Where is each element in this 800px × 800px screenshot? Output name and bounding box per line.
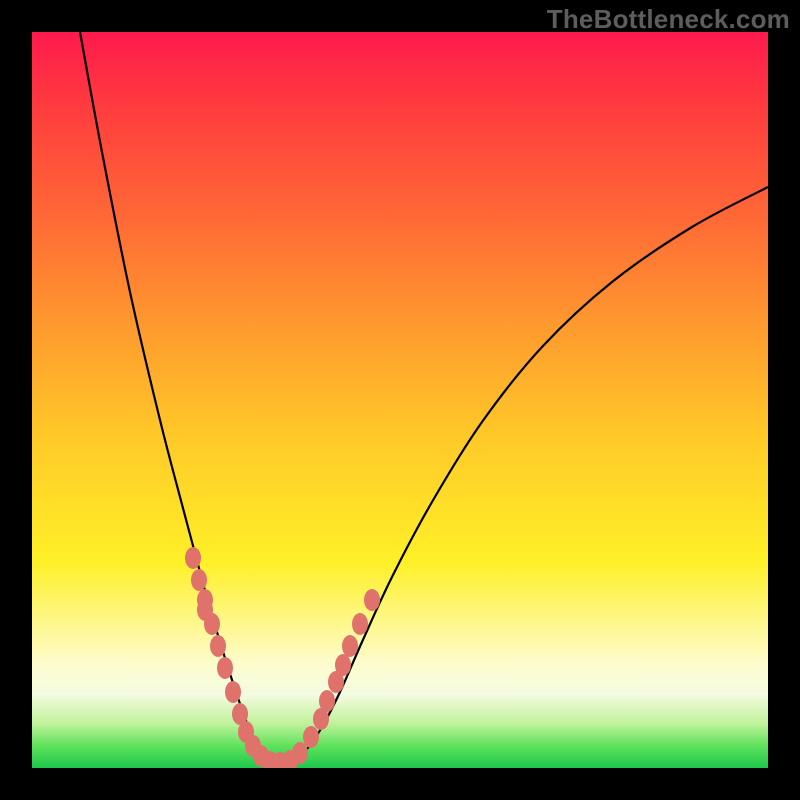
marker-dot [342,635,358,657]
marker-dot [185,547,201,569]
marker-group [185,547,380,768]
watermark-text: TheBottleneck.com [547,4,790,35]
marker-dot [303,726,319,748]
marker-dot [191,569,207,591]
marker-dot [225,681,241,703]
plot-area [32,32,768,768]
marker-dot [335,654,351,676]
left-curve [80,32,272,764]
marker-dot [319,690,335,712]
chart-svg [32,32,768,768]
marker-dot [210,635,226,657]
marker-dot [204,613,220,635]
marker-dot [292,742,308,764]
right-curve [272,187,768,764]
outer-frame: TheBottleneck.com [0,0,800,800]
marker-dot [352,613,368,635]
marker-dot [217,657,233,679]
marker-dot [364,589,380,611]
